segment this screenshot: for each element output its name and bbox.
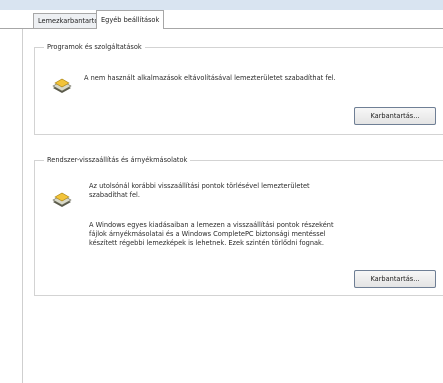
restore-desc-line1: Az utolsónál korábbi visszaállítási pont…: [89, 182, 310, 190]
programs-group-title: Programok és szolgáltatások: [44, 43, 145, 51]
programs-description: A nem használt alkalmazások eltávolításá…: [84, 74, 336, 82]
restore-disk-icon: [51, 190, 73, 208]
programs-group: Programok és szolgáltatások A nem haszná…: [34, 43, 443, 135]
restore-para-line3: készített régebbi lemezképek is lehetnek…: [89, 239, 324, 247]
restore-group: Rendszer-visszaállítás és árnyékmásolato…: [34, 156, 443, 296]
restore-para-line1: A Windows egyes kiadásaiban a lemezen a …: [89, 221, 334, 229]
tab-divider: [0, 28, 443, 29]
tab-strip: Lemezkarbantartó Egyéb beállítások: [0, 10, 443, 29]
restore-para-line2: fájlok árnyékmásolatai és a Windows Comp…: [89, 230, 326, 238]
tab-disk-cleanup[interactable]: Lemezkarbantartó: [33, 13, 104, 28]
tab-more-options[interactable]: Egyéb beállítások: [96, 10, 165, 29]
restore-desc-line2: szabadíthat fel.: [89, 191, 140, 199]
programs-disk-icon: [51, 76, 73, 94]
window-top-strip: [0, 0, 443, 10]
restore-group-title: Rendszer-visszaállítás és árnyékmásolato…: [44, 156, 191, 164]
restore-cleanup-button[interactable]: Karbantartás...: [354, 270, 436, 288]
panel-left-edge: [22, 29, 23, 383]
programs-cleanup-button[interactable]: Karbantartás...: [354, 107, 436, 125]
